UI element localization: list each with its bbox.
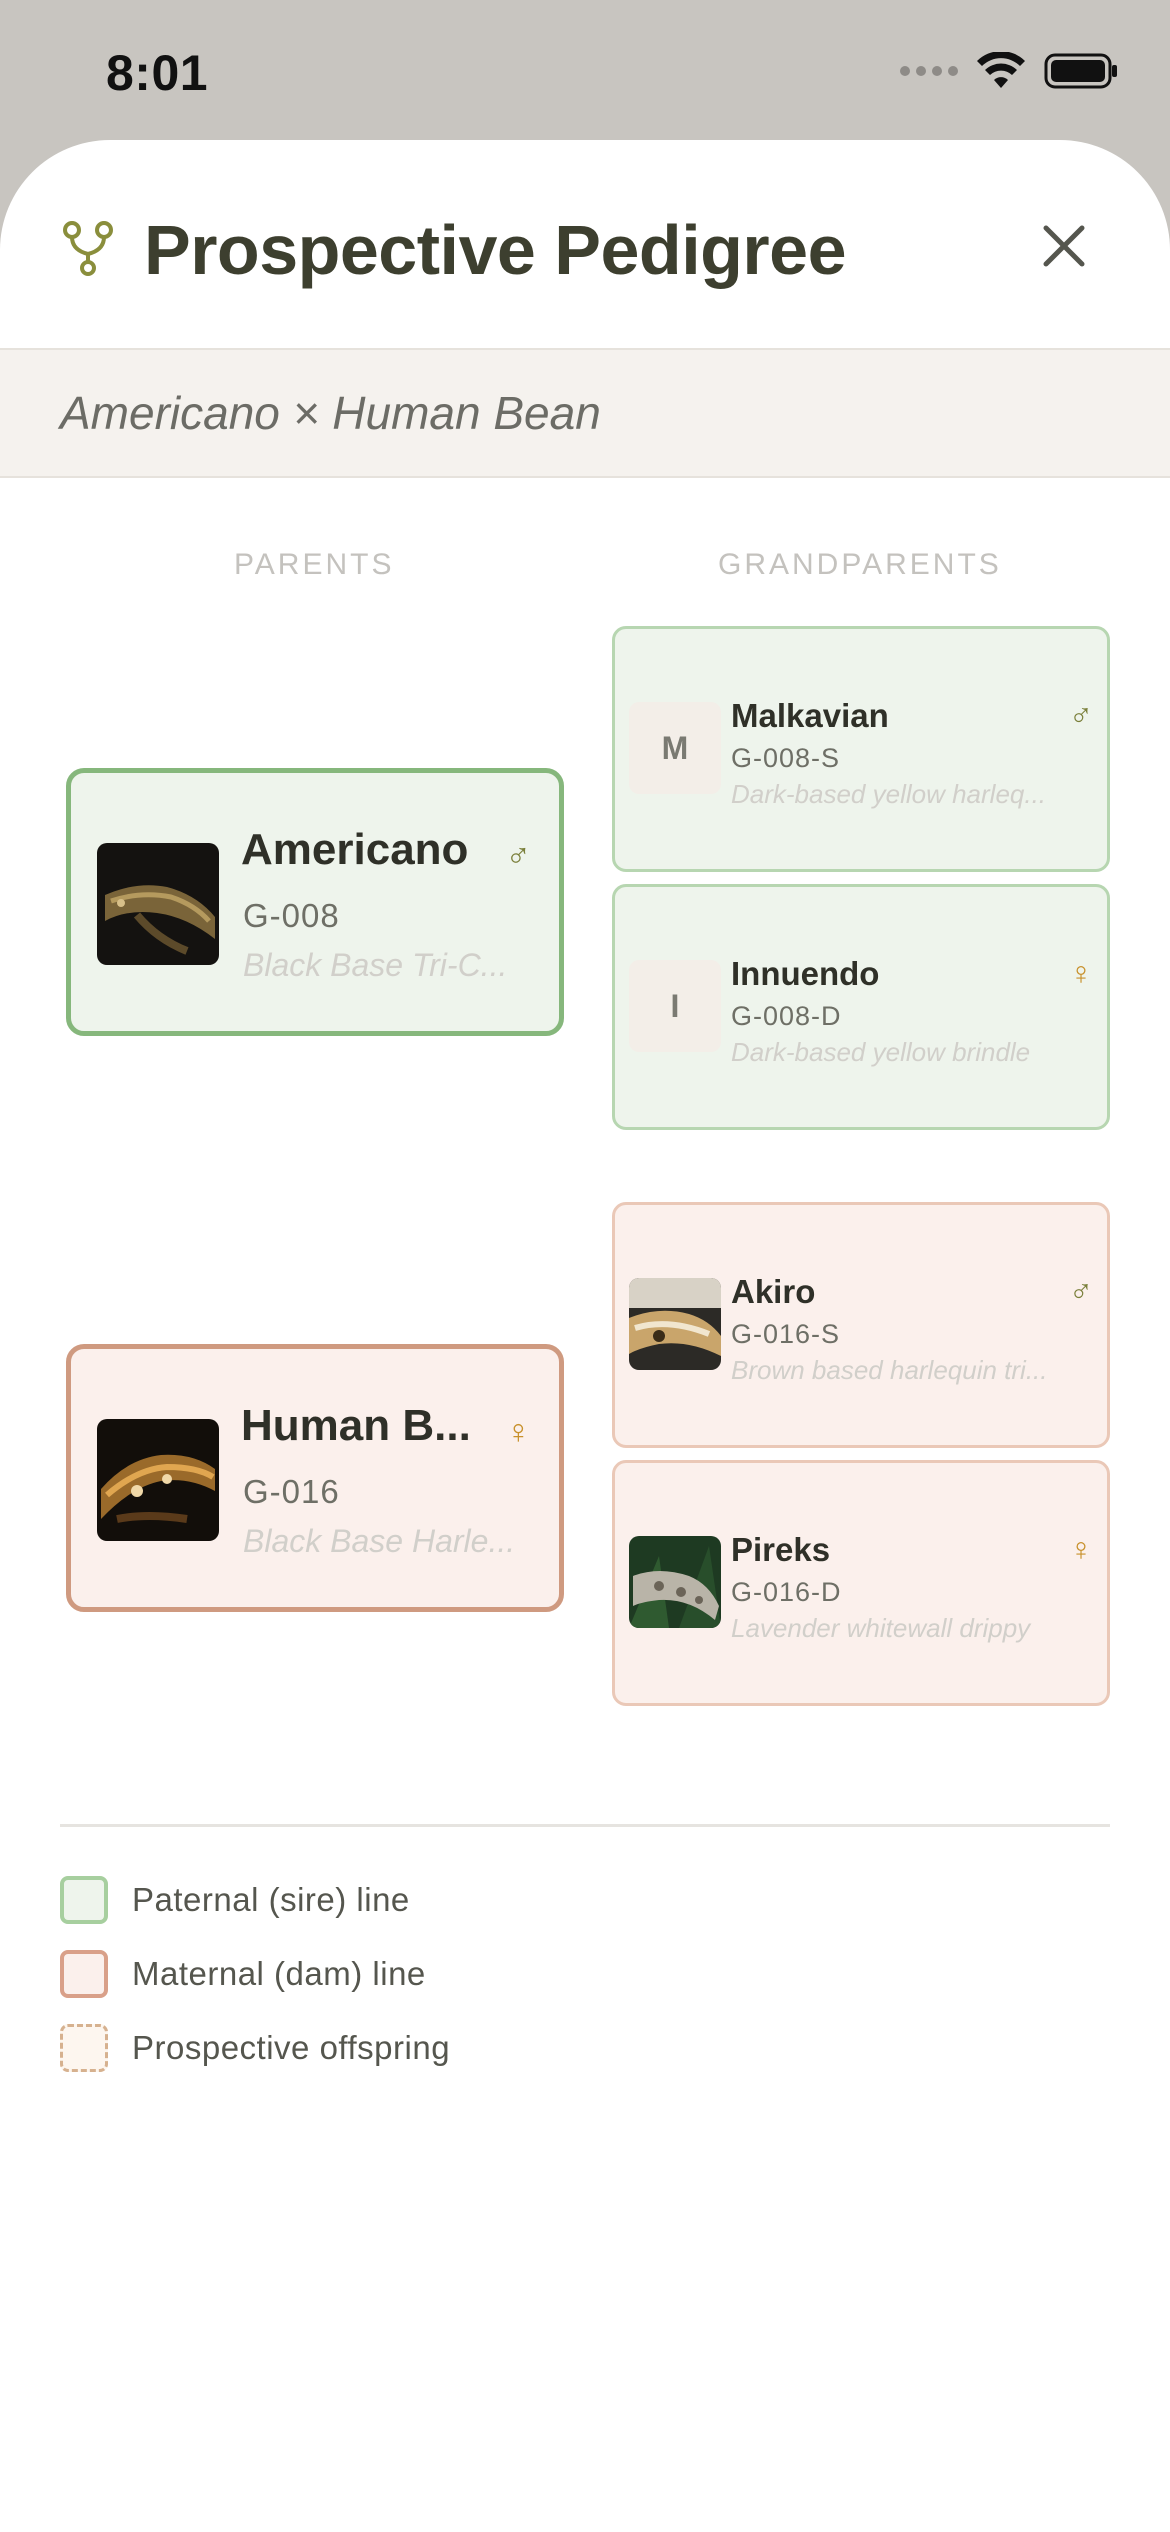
pedigree-branch-icon <box>63 221 113 276</box>
pairing-banner: Americano × Human Bean <box>0 348 1170 478</box>
pedigree-sheet: Prospective Pedigree Americano × Human B… <box>0 140 1170 2532</box>
wifi-icon <box>977 52 1025 88</box>
animal-morph: Dark-based yellow harleq... <box>731 779 1047 809</box>
female-icon: ♀ <box>1069 955 1093 991</box>
battery-icon <box>1044 53 1117 89</box>
female-icon: ♀ <box>1069 1531 1093 1567</box>
page-title: Prospective Pedigree <box>144 211 847 289</box>
animal-morph: Brown based harlequin tri... <box>731 1355 1048 1385</box>
grandparents-column-header: GRANDPARENTS <box>718 548 1002 581</box>
legend-label: Prospective offspring <box>132 2029 451 2066</box>
animal-id: G-008 <box>243 897 340 934</box>
parents-column-header: PARENTS <box>234 548 395 581</box>
cellular-signal-icon <box>900 66 958 76</box>
status-bar: 8:01 <box>0 0 1170 140</box>
animal-name: Malkavian <box>731 697 889 734</box>
animal-photo <box>629 1278 721 1370</box>
grandparent-card-paternal-sire[interactable]: M Malkavian G-008-S Dark-based yellow ha… <box>612 626 1110 872</box>
legend-divider <box>60 1824 1110 1827</box>
animal-morph: Black Base Tri-C... <box>243 947 508 983</box>
male-icon: ♂ <box>1069 1273 1093 1309</box>
animal-id: G-016 <box>243 1473 340 1510</box>
parent-card-sire[interactable]: Americano G-008 Black Base Tri-C... ♂ <box>66 768 564 1036</box>
animal-photo <box>629 1536 721 1628</box>
avatar-placeholder: M <box>629 702 721 794</box>
animal-name: Innuendo <box>731 955 880 992</box>
legend-item-sire: Paternal (sire) line <box>60 1876 410 1924</box>
male-icon: ♂ <box>1069 697 1093 733</box>
status-icons <box>900 52 1118 90</box>
parent-card-dam[interactable]: Human B... G-016 Black Base Harle... ♀ <box>66 1344 564 1612</box>
animal-morph: Black Base Harle... <box>243 1523 516 1559</box>
status-time: 8:01 <box>106 45 209 101</box>
male-icon: ♂ <box>505 837 532 875</box>
animal-name: Americano <box>241 825 469 874</box>
animal-name: Pireks <box>731 1531 831 1568</box>
legend-swatch-dam <box>60 1950 108 1998</box>
animal-id: G-008-D <box>731 1001 842 1031</box>
legend-item-offspring: Prospective offspring <box>60 2024 450 2072</box>
animal-photo <box>97 1419 219 1541</box>
sheet-header: Prospective Pedigree <box>0 140 1170 348</box>
animal-photo <box>97 843 219 965</box>
avatar-placeholder: I <box>629 960 721 1052</box>
grandparent-card-maternal-dam[interactable]: Pireks G-016-D Lavender whitewall drippy… <box>612 1460 1110 1706</box>
legend-swatch-offspring <box>60 2024 108 2072</box>
female-icon: ♀ <box>505 1413 532 1451</box>
close-button[interactable] <box>1042 224 1086 268</box>
legend-swatch-sire <box>60 1876 108 1924</box>
animal-morph: Lavender whitewall drippy <box>731 1613 1031 1643</box>
animal-name: Human B... <box>241 1401 471 1450</box>
animal-id: G-016-S <box>731 1319 841 1349</box>
pairing-text: Americano × Human Bean <box>60 387 601 439</box>
legend-label: Paternal (sire) line <box>132 1881 410 1918</box>
grandparent-card-maternal-sire[interactable]: Akiro G-016-S Brown based harlequin tri.… <box>612 1202 1110 1448</box>
animal-name: Akiro <box>731 1273 816 1310</box>
animal-morph: Dark-based yellow brindle <box>731 1037 1031 1067</box>
grandparent-card-paternal-dam[interactable]: I Innuendo G-008-D Dark-based yellow bri… <box>612 884 1110 1130</box>
animal-id: G-008-S <box>731 743 841 773</box>
legend-label: Maternal (dam) line <box>132 1955 426 1992</box>
legend-item-dam: Maternal (dam) line <box>60 1950 426 1998</box>
animal-id: G-016-D <box>731 1577 842 1607</box>
